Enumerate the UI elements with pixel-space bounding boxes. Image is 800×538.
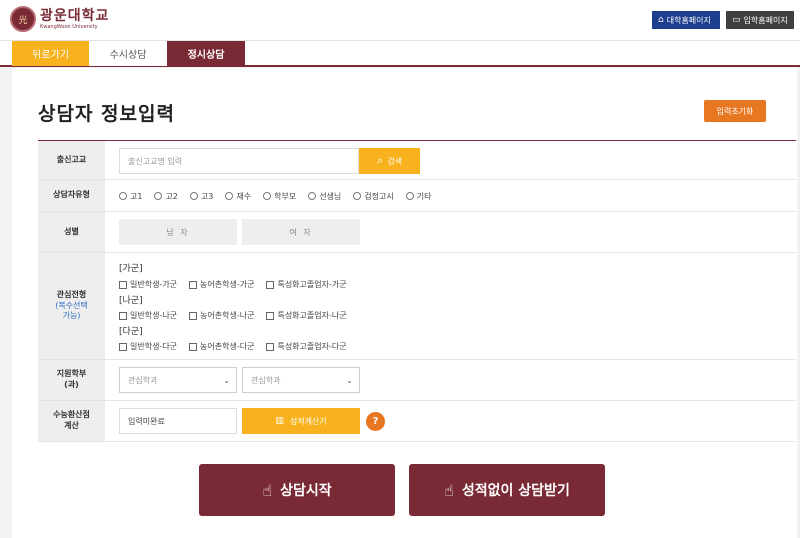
checkbox xyxy=(119,342,127,351)
counsel-form: 출신고교 출신고교명 입력 ⌕ 검색 상담자유형 고1 고2 고3 재수 학부모… xyxy=(38,140,796,442)
radio-circle xyxy=(308,192,317,200)
department-select-2[interactable]: 관심학과 ⌄ xyxy=(242,367,360,393)
radio-type-1[interactable]: 고1 xyxy=(119,191,142,202)
home-icon: ⌂ xyxy=(658,15,664,25)
pointer-click-icon: ☝ xyxy=(444,480,454,500)
counselor-type-label: 상담자유형 xyxy=(38,180,105,211)
radio-type-other[interactable]: 기타 xyxy=(405,191,431,202)
reset-button[interactable]: 입력초기화 xyxy=(704,100,766,122)
group-ga-title: [가군] xyxy=(119,264,143,274)
checkbox xyxy=(189,342,198,351)
checkbox xyxy=(266,280,275,289)
department-label: 지원학부 (과) xyxy=(38,360,105,400)
group-na-title: [나군] xyxy=(119,296,143,306)
top-header: 光 광운대학교 KwangWoon University ⌂ 대학홈페이지 ▭ … xyxy=(0,0,800,40)
tab-back[interactable]: 뒤로가기 xyxy=(12,41,89,66)
checkbox xyxy=(189,280,198,289)
radio-type-retake[interactable]: 재수 xyxy=(225,191,251,202)
radio-type-ged[interactable]: 검정고시 xyxy=(353,191,394,202)
page-title: 상담자 정보입력 xyxy=(38,103,175,125)
score-label: 수능환산점 계산 xyxy=(38,401,105,441)
radio-circle xyxy=(119,192,127,200)
gender-label: 성별 xyxy=(38,212,105,252)
score-status-field: 입력미완료 xyxy=(119,408,237,434)
check-vocational-da[interactable]: 특성화고졸업자-다군 xyxy=(266,341,347,352)
school-input[interactable]: 출신고교명 입력 xyxy=(119,148,359,174)
check-general-ga[interactable]: 일반학생-가군 xyxy=(119,279,177,290)
group-da-options: 일반학생-다군 농어촌학생-다군 특성화고졸업자-다군 xyxy=(119,341,359,352)
radio-type-teacher[interactable]: 선생님 xyxy=(308,191,341,202)
bar-chart-icon: ▥ xyxy=(275,416,284,426)
gender-male-button[interactable]: 남 자 xyxy=(119,219,237,245)
group-da-title: [다군] xyxy=(119,327,143,337)
logo-name-en: KwangWoon University xyxy=(40,23,98,30)
check-rural-na[interactable]: 농어촌학생-나군 xyxy=(189,310,254,321)
row-interest: 관심전형 (복수선택 가능) [가군] 일반학생-가군 농어촌학생-가군 특성화… xyxy=(38,253,796,360)
tab-bar: 뒤로가기 수시상담 정시상담 xyxy=(0,40,800,67)
department-select-1[interactable]: 관심학과 ⌄ xyxy=(119,367,237,393)
school-search-button[interactable]: ⌕ 검색 xyxy=(359,148,420,174)
tab-susi[interactable]: 수시상담 xyxy=(89,41,167,66)
checkbox xyxy=(119,280,127,289)
start-counsel-button[interactable]: ☝ 상담시작 xyxy=(199,464,395,516)
radio-type-parent[interactable]: 학부모 xyxy=(263,191,296,202)
check-general-na[interactable]: 일반학생-나군 xyxy=(119,310,177,321)
university-logo[interactable]: 光 광운대학교 KwangWoon University xyxy=(10,6,109,32)
gender-female-button[interactable]: 여 자 xyxy=(242,219,360,245)
search-icon: ⌕ xyxy=(377,154,384,167)
check-general-da[interactable]: 일반학생-다군 xyxy=(119,341,177,352)
seal-icon: 光 xyxy=(10,6,36,32)
help-icon[interactable]: ? xyxy=(366,412,385,431)
group-ga-options: 일반학생-가군 농어촌학생-가군 특성화고졸업자-가군 xyxy=(119,279,359,290)
check-vocational-na[interactable]: 특성화고졸업자-나군 xyxy=(266,310,347,321)
row-score: 수능환산점 계산 입력미완료 ▥ 성적계산기 ? xyxy=(38,401,796,442)
check-rural-da[interactable]: 농어촌학생-다군 xyxy=(189,341,254,352)
counsel-without-grade-button[interactable]: ☝ 성적없이 상담받기 xyxy=(409,464,605,516)
university-home-button[interactable]: ⌂ 대학홈페이지 xyxy=(652,11,720,29)
row-counselor-type: 상담자유형 고1 고2 고3 재수 학부모 선생님 검정고시 기타 xyxy=(38,180,796,212)
check-vocational-ga[interactable]: 특성화고졸업자-가군 xyxy=(266,279,347,290)
main-panel: 상담자 정보입력 입력초기화 출신고교 출신고교명 입력 ⌕ 검색 상담자유형 … xyxy=(12,68,797,538)
group-na-options: 일반학생-나군 농어촌학생-나군 특성화고졸업자-나군 xyxy=(119,310,359,321)
school-label: 출신고교 xyxy=(38,141,105,179)
logo-name-kr: 광운대학교 xyxy=(40,7,110,24)
radio-circle xyxy=(225,192,234,200)
chevron-down-icon: ⌄ xyxy=(223,376,230,385)
interest-label: 관심전형 (복수선택 가능) xyxy=(38,253,105,359)
tab-jeongsi[interactable]: 정시상담 xyxy=(167,41,245,66)
admission-home-button[interactable]: ▭ 입학홈페이지 xyxy=(726,11,794,29)
radio-circle xyxy=(263,192,272,200)
row-department: 지원학부 (과) 관심학과 ⌄ 관심학과 ⌄ xyxy=(38,360,796,401)
monitor-icon: ▭ xyxy=(732,15,741,25)
checkbox xyxy=(119,311,127,320)
row-school: 출신고교 출신고교명 입력 ⌕ 검색 xyxy=(38,141,796,180)
chevron-down-icon: ⌄ xyxy=(346,376,353,385)
radio-circle xyxy=(353,192,362,200)
radio-type-2[interactable]: 고2 xyxy=(154,191,178,202)
check-rural-ga[interactable]: 농어촌학생-가군 xyxy=(189,279,254,290)
radio-circle xyxy=(189,192,198,200)
checkbox xyxy=(189,311,198,320)
radio-circle xyxy=(154,192,163,200)
row-gender: 성별 남 자 여 자 xyxy=(38,212,796,253)
score-calculator-button[interactable]: ▥ 성적계산기 xyxy=(242,408,360,434)
pointer-click-icon: ☝ xyxy=(262,480,273,500)
radio-type-3[interactable]: 고3 xyxy=(189,191,213,202)
checkbox xyxy=(266,342,275,351)
radio-circle xyxy=(405,192,414,200)
checkbox xyxy=(266,311,275,320)
counselor-type-radios: 고1 고2 고3 재수 학부모 선생님 검정고시 기타 xyxy=(119,180,443,212)
